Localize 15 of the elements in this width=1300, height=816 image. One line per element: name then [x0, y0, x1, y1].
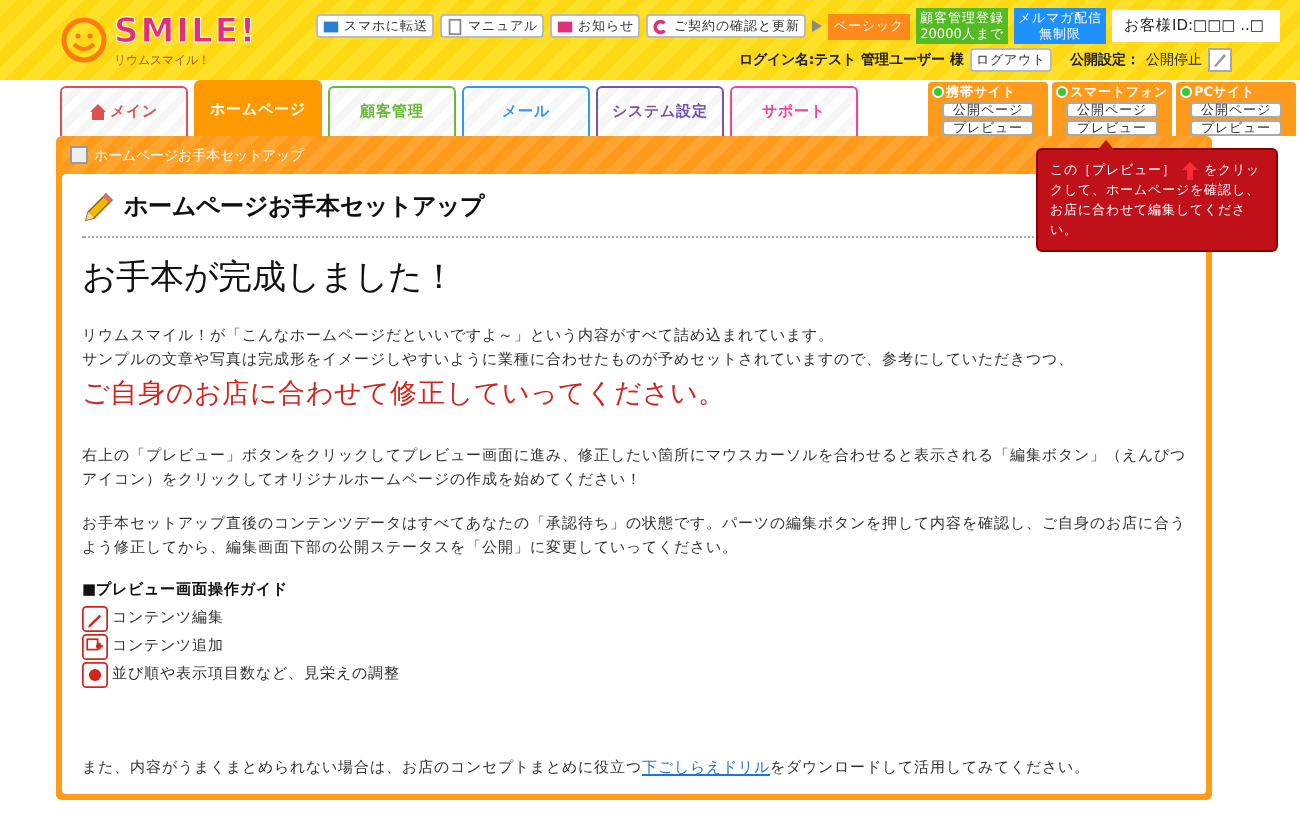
house-icon [90, 104, 106, 120]
pencil-icon[interactable] [1208, 48, 1232, 72]
pencil-icon [82, 191, 114, 223]
smiley-icon [60, 16, 108, 64]
refresh-icon [652, 17, 670, 35]
add-icon [82, 633, 108, 659]
pencil-icon [82, 605, 108, 631]
page-title: ホームページお手本セットアップ [124, 190, 484, 224]
tooltip-arrow [1096, 140, 1116, 152]
logo-text: SMILE! [114, 11, 258, 51]
arrow-icon [812, 20, 822, 32]
up-arrow-icon [1182, 161, 1198, 180]
emphasis-text: ご自身のお店に合わせて修正していってください。 [82, 376, 728, 412]
heading: お手本が完成しました！ [82, 256, 458, 300]
page-icon [70, 146, 88, 164]
